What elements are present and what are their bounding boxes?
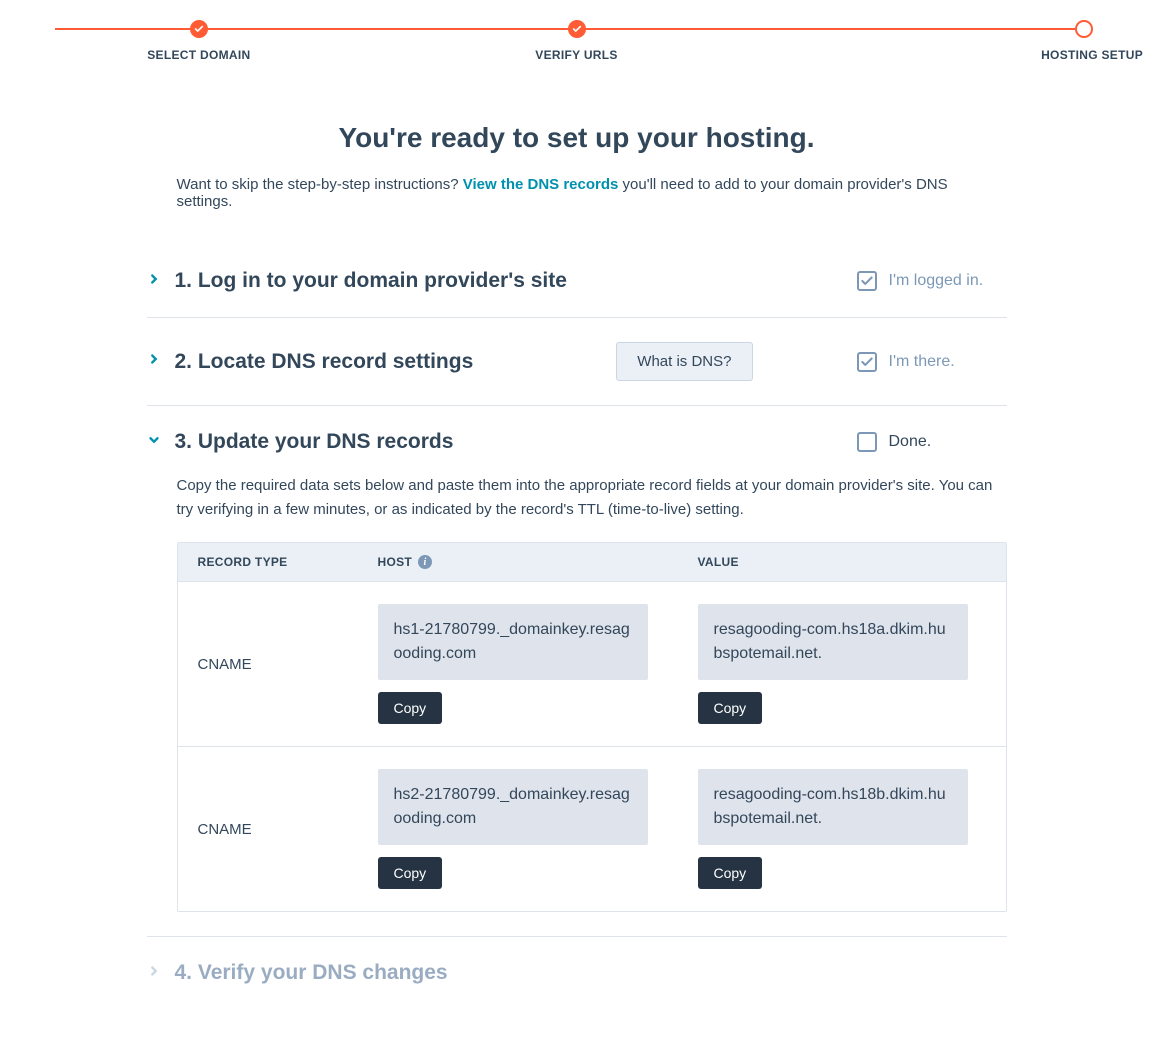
step-1-check[interactable]: I'm logged in. bbox=[857, 271, 1007, 291]
stepper-step-select-domain: SELECT DOMAIN bbox=[10, 20, 388, 62]
step-2-check-label: I'm there. bbox=[889, 353, 955, 371]
step-2-check[interactable]: I'm there. bbox=[857, 352, 1007, 372]
page-title: You're ready to set up your hosting. bbox=[147, 122, 1007, 154]
stepper-label: VERIFY URLS bbox=[535, 48, 617, 62]
copy-host-button[interactable]: Copy bbox=[378, 857, 443, 889]
stepper-label: HOSTING SETUP bbox=[1041, 48, 1143, 62]
step-1-check-label: I'm logged in. bbox=[889, 272, 984, 290]
step-3-description: Copy the required data sets below and pa… bbox=[177, 474, 1007, 522]
table-header: RECORD TYPE HOST i VALUE bbox=[178, 543, 1006, 581]
view-dns-records-link[interactable]: View the DNS records bbox=[463, 176, 619, 193]
step-1-title: 1. Log in to your domain provider's site bbox=[175, 269, 843, 293]
step-2: 2. Locate DNS record settings What is DN… bbox=[147, 318, 1007, 406]
skip-instructions: Want to skip the step-by-step instructio… bbox=[147, 176, 1007, 210]
header-value: VALUE bbox=[698, 555, 986, 569]
what-is-dns-button[interactable]: What is DNS? bbox=[616, 342, 752, 381]
record-type: CNAME bbox=[198, 821, 378, 838]
stepper-label: SELECT DOMAIN bbox=[147, 48, 250, 62]
record-value-cell: resagooding-com.hs18a.dkim.hubspotemail.… bbox=[698, 604, 986, 724]
record-type: CNAME bbox=[198, 656, 378, 673]
checkbox-checked-icon[interactable] bbox=[857, 352, 877, 372]
step-3-title: 3. Update your DNS records bbox=[175, 430, 843, 454]
step-3-body: Copy the required data sets below and pa… bbox=[147, 454, 1007, 912]
copy-value-button[interactable]: Copy bbox=[698, 692, 763, 724]
host-value: hs1-21780799._domainkey.resagooding.com bbox=[378, 604, 648, 680]
chevron-right-icon bbox=[147, 272, 161, 291]
step-3-header[interactable]: 3. Update your DNS records Done. bbox=[147, 430, 1007, 454]
header-record-type: RECORD TYPE bbox=[198, 555, 378, 569]
stepper-step-hosting-setup: HOSTING SETUP bbox=[765, 20, 1143, 62]
chevron-down-icon bbox=[147, 433, 161, 452]
host-value: hs2-21780799._domainkey.resagooding.com bbox=[378, 769, 648, 845]
table-row: CNAME hs2-21780799._domainkey.resagoodin… bbox=[178, 746, 1006, 911]
step-4-title: 4. Verify your DNS changes bbox=[175, 961, 1007, 985]
dns-records-table: RECORD TYPE HOST i VALUE CNAME hs1-21780… bbox=[177, 542, 1007, 912]
circle-icon bbox=[1075, 20, 1093, 38]
stepper: SELECT DOMAIN VERIFY URLS HOSTING SETUP bbox=[0, 0, 1153, 82]
step-2-title: 2. Locate DNS record settings bbox=[175, 350, 603, 374]
checkbox-checked-icon[interactable] bbox=[857, 271, 877, 291]
step-1: 1. Log in to your domain provider's site… bbox=[147, 245, 1007, 318]
check-icon bbox=[190, 20, 208, 38]
step-3: 3. Update your DNS records Done. Copy th… bbox=[147, 406, 1007, 937]
copy-host-button[interactable]: Copy bbox=[378, 692, 443, 724]
table-row: CNAME hs1-21780799._domainkey.resagoodin… bbox=[178, 581, 1006, 746]
record-host-cell: hs2-21780799._domainkey.resagooding.com … bbox=[378, 769, 698, 889]
step-4: 4. Verify your DNS changes bbox=[147, 937, 1007, 1009]
skip-pre: Want to skip the step-by-step instructio… bbox=[177, 176, 463, 193]
record-value-cell: resagooding-com.hs18b.dkim.hubspotemail.… bbox=[698, 769, 986, 889]
step-1-header[interactable]: 1. Log in to your domain provider's site… bbox=[147, 269, 1007, 293]
step-2-header[interactable]: 2. Locate DNS record settings What is DN… bbox=[147, 342, 1007, 381]
check-icon bbox=[568, 20, 586, 38]
checkbox-empty-icon[interactable] bbox=[857, 432, 877, 452]
chevron-right-icon bbox=[147, 964, 161, 983]
main-content: You're ready to set up your hosting. Wan… bbox=[127, 82, 1027, 1029]
info-icon[interactable]: i bbox=[418, 555, 432, 569]
record-host-cell: hs1-21780799._domainkey.resagooding.com … bbox=[378, 604, 698, 724]
step-3-check-label: Done. bbox=[889, 433, 932, 451]
stepper-step-verify-urls: VERIFY URLS bbox=[388, 20, 766, 62]
chevron-right-icon bbox=[147, 352, 161, 371]
record-value: resagooding-com.hs18a.dkim.hubspotemail.… bbox=[698, 604, 968, 680]
step-3-check[interactable]: Done. bbox=[857, 432, 1007, 452]
copy-value-button[interactable]: Copy bbox=[698, 857, 763, 889]
step-4-header: 4. Verify your DNS changes bbox=[147, 961, 1007, 985]
header-host: HOST i bbox=[378, 555, 698, 569]
record-value: resagooding-com.hs18b.dkim.hubspotemail.… bbox=[698, 769, 968, 845]
